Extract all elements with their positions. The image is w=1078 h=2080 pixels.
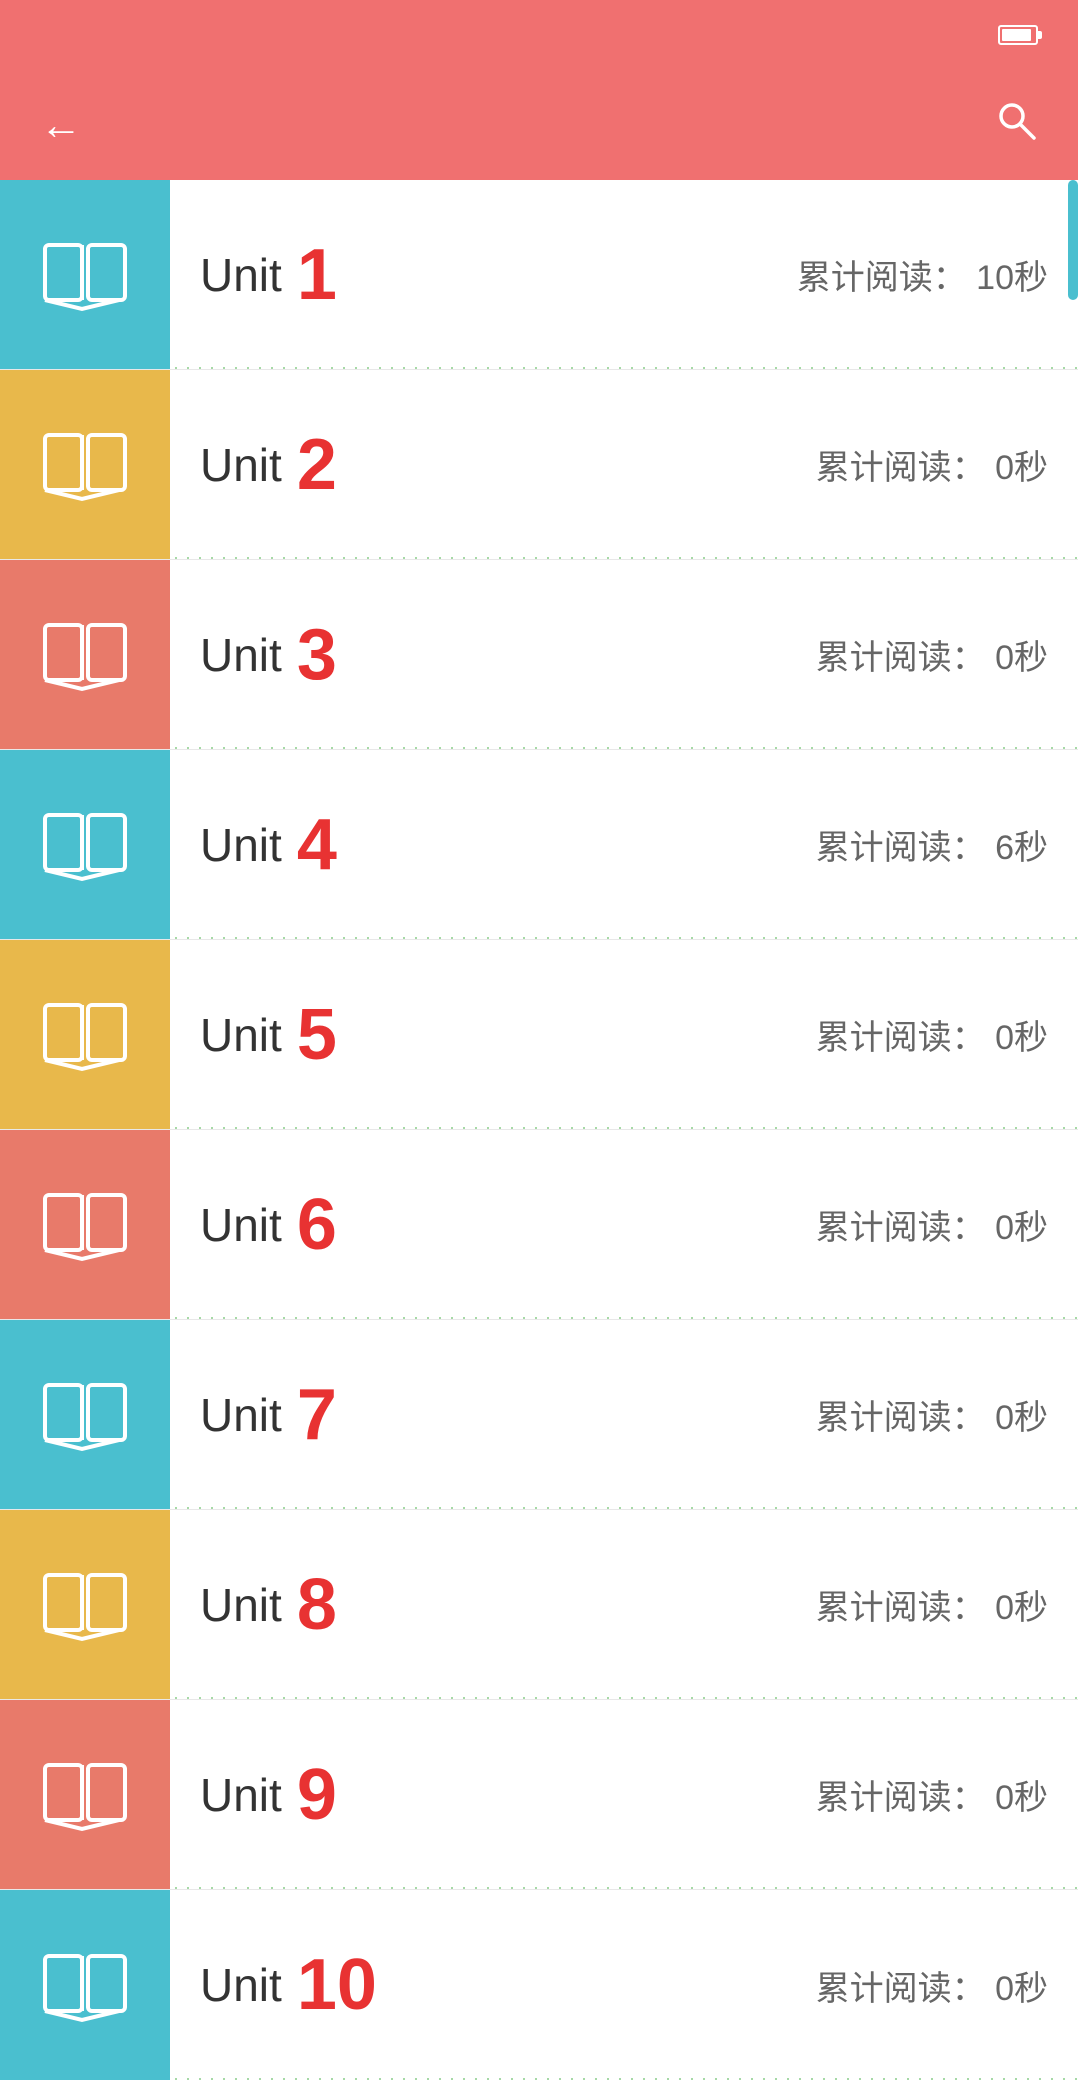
unit-meta-4: 累计阅读： 6秒 — [816, 820, 1048, 869]
unit-number-8: 8 — [297, 1564, 337, 1646]
unit-row[interactable]: Unit 4 累计阅读： 6秒 — [0, 750, 1078, 940]
unit-content-8: Unit 8 累计阅读： 0秒 — [170, 1510, 1078, 1699]
unit-content-4: Unit 4 累计阅读： 6秒 — [170, 750, 1078, 939]
unit-row[interactable]: Unit 7 累计阅读： 0秒 — [0, 1320, 1078, 1510]
unit-content-2: Unit 2 累计阅读： 0秒 — [170, 370, 1078, 559]
header: ← — [0, 70, 1078, 180]
unit-row[interactable]: Unit 9 累计阅读： 0秒 — [0, 1700, 1078, 1890]
unit-content-6: Unit 6 累计阅读： 0秒 — [170, 1130, 1078, 1319]
unit-number-9: 9 — [297, 1754, 337, 1836]
unit-label-7: Unit — [200, 1388, 282, 1442]
unit-icon-4 — [0, 750, 170, 939]
unit-number-6: 6 — [297, 1184, 337, 1266]
unit-icon-3 — [0, 560, 170, 749]
unit-content-3: Unit 3 累计阅读： 0秒 — [170, 560, 1078, 749]
unit-label-5: Unit — [200, 1008, 282, 1062]
unit-content-7: Unit 7 累计阅读： 0秒 — [170, 1320, 1078, 1509]
unit-label-4: Unit — [200, 818, 282, 872]
unit-row[interactable]: Unit 5 累计阅读： 0秒 — [0, 940, 1078, 1130]
unit-row[interactable]: Unit 2 累计阅读： 0秒 — [0, 370, 1078, 560]
unit-icon-5 — [0, 940, 170, 1129]
unit-label-9: Unit — [200, 1768, 282, 1822]
unit-number-10: 10 — [297, 1944, 377, 2026]
unit-icon-6 — [0, 1130, 170, 1319]
unit-meta-3: 累计阅读： 0秒 — [816, 630, 1048, 679]
unit-number-7: 7 — [297, 1374, 337, 1456]
unit-number-2: 2 — [297, 424, 337, 506]
status-bar — [0, 0, 1078, 70]
unit-row[interactable]: Unit 6 累计阅读： 0秒 — [0, 1130, 1078, 1320]
status-right — [988, 25, 1048, 45]
unit-meta-5: 累计阅读： 0秒 — [816, 1010, 1048, 1059]
scroll-indicator[interactable] — [1068, 180, 1078, 300]
search-button[interactable] — [994, 98, 1038, 152]
unit-label-2: Unit — [200, 438, 282, 492]
unit-label-6: Unit — [200, 1198, 282, 1252]
unit-icon-9 — [0, 1700, 170, 1889]
unit-label-3: Unit — [200, 628, 282, 682]
unit-row[interactable]: Unit 1 累计阅读： 10秒 — [0, 180, 1078, 370]
unit-meta-9: 累计阅读： 0秒 — [816, 1770, 1048, 1819]
unit-number-3: 3 — [297, 614, 337, 696]
unit-meta-8: 累计阅读： 0秒 — [816, 1580, 1048, 1629]
unit-icon-8 — [0, 1510, 170, 1699]
unit-content-1: Unit 1 累计阅读： 10秒 — [170, 180, 1078, 369]
unit-number-5: 5 — [297, 994, 337, 1076]
unit-row[interactable]: Unit 3 累计阅读： 0秒 — [0, 560, 1078, 750]
unit-icon-2 — [0, 370, 170, 559]
unit-label-8: Unit — [200, 1578, 282, 1632]
unit-icon-1 — [0, 180, 170, 369]
unit-meta-2: 累计阅读： 0秒 — [816, 440, 1048, 489]
unit-content-5: Unit 5 累计阅读： 0秒 — [170, 940, 1078, 1129]
unit-meta-7: 累计阅读： 0秒 — [816, 1390, 1048, 1439]
unit-number-4: 4 — [297, 804, 337, 886]
unit-content-10: Unit 10 累计阅读： 0秒 — [170, 1890, 1078, 2080]
unit-icon-7 — [0, 1320, 170, 1509]
back-button[interactable]: ← — [40, 101, 82, 149]
unit-label-1: Unit — [200, 248, 282, 302]
unit-list: Unit 1 累计阅读： 10秒 Unit 2 累计阅读： 0秒 — [0, 180, 1078, 2080]
unit-meta-6: 累计阅读： 0秒 — [816, 1200, 1048, 1249]
unit-content-9: Unit 9 累计阅读： 0秒 — [170, 1700, 1078, 1889]
unit-number-1: 1 — [297, 234, 337, 316]
unit-meta-1: 累计阅读： 10秒 — [797, 250, 1048, 299]
battery-icon — [998, 25, 1038, 45]
unit-icon-10 — [0, 1890, 170, 2080]
unit-label-10: Unit — [200, 1958, 282, 2012]
battery-fill — [1002, 29, 1031, 41]
unit-meta-10: 累计阅读： 0秒 — [816, 1961, 1048, 2010]
unit-row[interactable]: Unit 8 累计阅读： 0秒 — [0, 1510, 1078, 1700]
unit-row[interactable]: Unit 10 累计阅读： 0秒 — [0, 1890, 1078, 2080]
